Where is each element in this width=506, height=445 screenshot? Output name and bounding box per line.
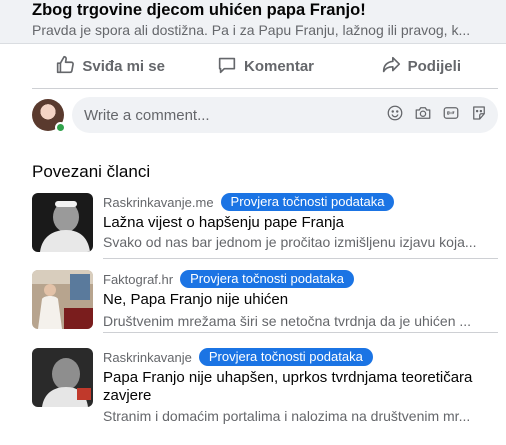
like-label: Sviđa mi se (82, 58, 165, 75)
article-source[interactable]: Raskrinkavanje (103, 350, 192, 365)
link-preview-description: Pravda je spora ali dostižna. Pa i za Pa… (32, 22, 471, 38)
link-preview-title[interactable]: Zbog trgovine djecom uhićen papa Franjo! (32, 1, 366, 20)
comment-tools (386, 104, 488, 127)
comment-button[interactable]: Komentar (187, 45, 342, 88)
related-article[interactable]: Faktograf.hr Provjera točnosti podataka … (32, 270, 498, 336)
related-article[interactable]: Raskrinkavanje.me Provjera točnosti poda… (32, 193, 498, 259)
article-thumbnail[interactable] (32, 193, 93, 252)
share-button[interactable]: Podijeli (343, 45, 498, 88)
speech-bubble-icon (216, 54, 238, 80)
article-meta: Faktograf.hr Provjera točnosti podataka (103, 270, 355, 288)
link-preview[interactable]: Zbog trgovine djecom uhićen papa Franjo!… (0, 0, 506, 44)
article-divider (103, 332, 498, 333)
related-article[interactable]: Raskrinkavanje Provjera točnosti podatak… (32, 348, 498, 428)
article-divider (103, 258, 498, 259)
sticker-icon[interactable] (470, 104, 488, 127)
article-snippet: Svako od nas bar jednom je pročitao izmi… (103, 234, 477, 250)
article-title[interactable]: Lažna vijest o hapšenju pape Franja (103, 214, 493, 232)
fact-check-badge: Provjera točnosti podataka (220, 193, 395, 211)
article-title[interactable]: Papa Franjo nije uhapšen, uprkos tvrdnja… (103, 369, 493, 405)
comment-input[interactable] (84, 106, 386, 124)
article-thumbnail[interactable] (32, 270, 93, 329)
share-arrow-icon (380, 54, 402, 80)
related-articles-heading: Povezani članci (32, 162, 151, 181)
comment-composer (32, 95, 498, 135)
article-title[interactable]: Ne, Papa Franjo nije uhićen (103, 291, 493, 309)
article-meta: Raskrinkavanje.me Provjera točnosti poda… (103, 193, 395, 211)
online-status-dot (55, 122, 66, 133)
comment-box[interactable] (72, 97, 498, 133)
article-source[interactable]: Faktograf.hr (103, 272, 173, 287)
fact-check-badge: Provjera točnosti podataka (198, 348, 373, 366)
share-label: Podijeli (407, 58, 461, 75)
camera-icon[interactable] (414, 104, 432, 127)
emoji-icon[interactable] (386, 104, 404, 127)
thumbs-up-icon (54, 54, 76, 80)
like-button[interactable]: Sviđa mi se (32, 45, 187, 88)
post-actions-bar: Sviđa mi se Komentar Podijeli (32, 45, 498, 89)
article-snippet: Društvenim mrežama širi se netočna tvrdn… (103, 313, 472, 329)
article-thumbnail[interactable] (32, 348, 93, 407)
article-snippet: Stranim i domaćim portalima i nalozima n… (103, 408, 471, 424)
user-avatar[interactable] (32, 99, 66, 133)
article-meta: Raskrinkavanje Provjera točnosti podatak… (103, 348, 373, 366)
gif-icon[interactable] (442, 104, 460, 127)
comment-label: Komentar (243, 58, 314, 75)
fact-check-badge: Provjera točnosti podataka (180, 270, 355, 288)
article-source[interactable]: Raskrinkavanje.me (103, 195, 214, 210)
